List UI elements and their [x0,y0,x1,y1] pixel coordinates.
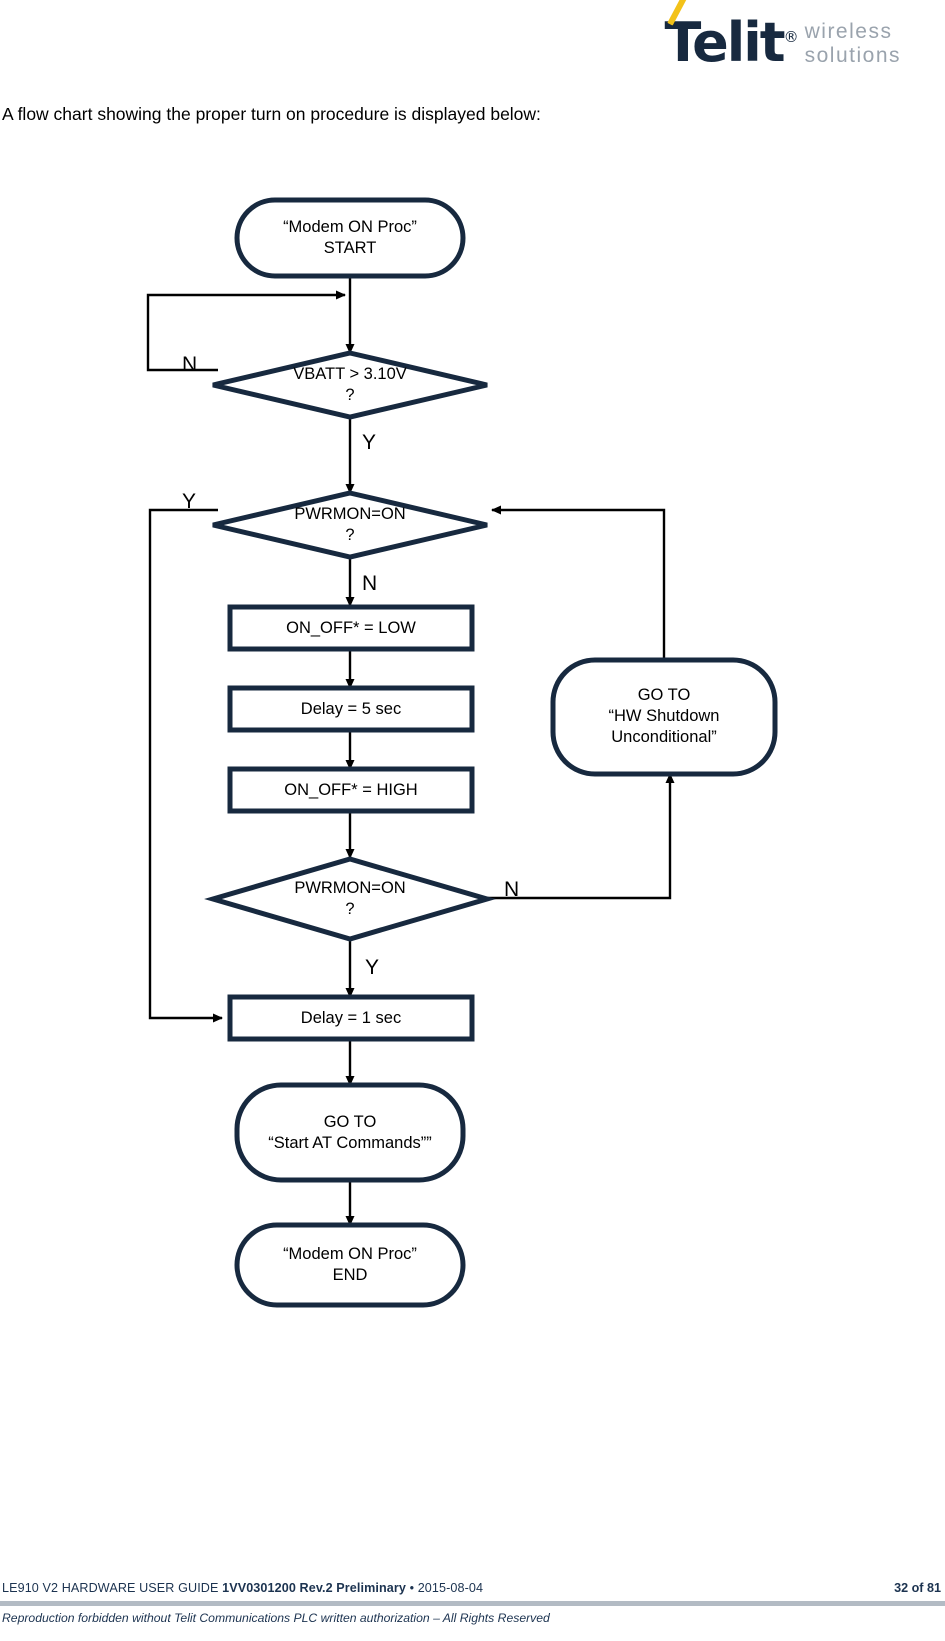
node-shape-on-off-low [227,604,475,652]
edge-label-pwrmon2-yes: Y [365,956,380,979]
registered-trademark-icon: ® [783,28,799,46]
node-shape-hw-shutdown [550,657,778,777]
telit-logo: Telit® wireless solutions [664,0,901,74]
footer-copyright: Reproduction forbidden without Telit Com… [2,1611,550,1625]
logo-tagline: wireless solutions [805,20,901,68]
intro-paragraph: A flow chart showing the proper turn on … [2,104,541,124]
footer-divider [0,1601,945,1606]
node-shape-delay-1 [227,994,475,1042]
logo-tagline-line1: wireless [804,20,893,43]
node-shape-vbatt-check [212,350,488,420]
turn-on-procedure-flowchart: “Modem ON Proc” START VBATT > 3.10V ? PW… [0,160,945,1350]
edge-label-pwrmon2-no: N [504,878,520,901]
edge-label-pwrmon1-yes: Y [182,490,197,513]
footer-doc-code: 1VV0301200 Rev.2 Preliminary [222,1581,406,1595]
edge-label-vbatt-yes: Y [362,431,377,454]
node-shape-on-off-high [227,766,475,814]
flowchart-graphics [146,197,778,1308]
footer-doc-date: • 2015-08-04 [406,1581,484,1595]
node-shape-goto-at [234,1082,466,1183]
node-shape-start [234,197,466,279]
page-header: Telit® wireless solutions [0,0,945,92]
node-shape-pwrmon-check-1 [212,490,488,560]
page-footer: LE910 V2 HARDWARE USER GUIDE 1VV0301200 … [0,1575,945,1641]
node-shape-end [234,1222,466,1308]
node-shape-delay-5 [227,685,475,733]
edge-label-pwrmon1-no: N [362,572,378,595]
telit-wordmark: Telit® [664,0,799,74]
logo-wordmark-text: Telit [664,11,785,74]
edge-pwrmon1-yes-loop [148,508,223,1023]
footer-doc-title: LE910 V2 HARDWARE USER GUIDE [2,1581,223,1595]
edge-hwshutdown-to-pwrmon1 [491,505,666,660]
node-shape-pwrmon-check-2 [204,856,496,942]
edge-label-vbatt-no: N [182,353,198,376]
footer-page-number: 32 of 81 [894,1581,941,1595]
logo-tagline-line2: solutions [804,44,901,67]
footer-document-info: LE910 V2 HARDWARE USER GUIDE 1VV0301200 … [2,1581,483,1595]
